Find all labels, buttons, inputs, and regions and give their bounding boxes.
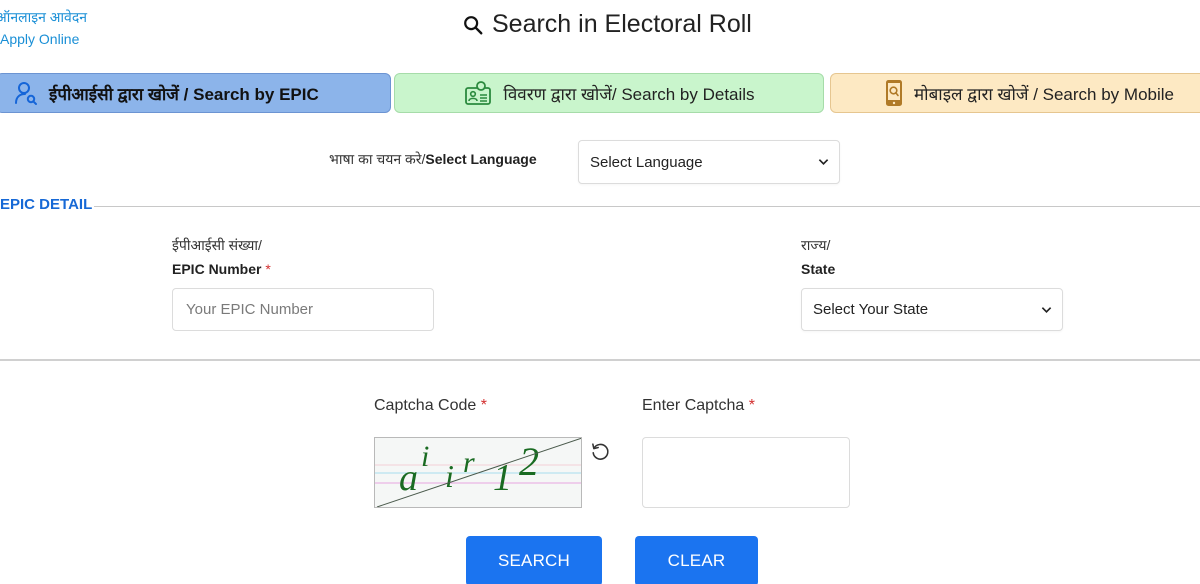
epic-number-label-english: EPIC Number: [172, 261, 262, 277]
user-search-icon: [15, 82, 37, 105]
apply-online-english[interactable]: Apply Online: [0, 28, 87, 50]
captcha-code-label-text: Captcha Code: [374, 397, 477, 414]
tab-search-by-details[interactable]: विवरण द्वारा खोजें/ Search by Details: [394, 73, 824, 113]
page: ऑनलाइन आवेदन Apply Online Search in Elec…: [0, 0, 1200, 584]
tab-epic-english: Search by EPIC: [193, 84, 319, 104]
clear-button[interactable]: CLEAR: [635, 536, 758, 584]
search-button[interactable]: SEARCH: [466, 536, 602, 584]
apply-online-link[interactable]: ऑनलाइन आवेदन Apply Online: [0, 6, 87, 50]
state-label-hindi: राज्य/: [801, 237, 831, 253]
chevron-down-icon: [1041, 306, 1052, 313]
tab-epic-hindi: ईपीआईसी द्वारा खोजें /: [49, 84, 194, 104]
language-select[interactable]: Select Language: [578, 140, 840, 184]
section-divider: [0, 206, 1200, 207]
mobile-search-icon: [886, 80, 903, 106]
required-mark: *: [480, 397, 487, 414]
epic-number-label: ईपीआईसी संख्या/ EPIC Number *: [172, 233, 271, 281]
epic-number-label-hindi: ईपीआईसी संख्या/: [172, 237, 262, 253]
enter-captcha-label: Enter Captcha *: [642, 397, 755, 415]
required-mark: *: [748, 397, 755, 414]
captcha-code-label: Captcha Code *: [374, 397, 487, 415]
id-card-search-icon: [465, 81, 492, 105]
required-mark: *: [265, 261, 271, 277]
page-title-text: Search in Electoral Roll: [492, 10, 752, 38]
tab-details-english: Search by Details: [621, 84, 755, 104]
search-tabs: ईपीआईसी द्वारा खोजें / Search by EPIC वि…: [0, 73, 1200, 113]
chevron-down-icon: [818, 159, 829, 166]
tab-search-by-mobile[interactable]: मोबाइल द्वारा खोजें / Search by Mobile: [830, 73, 1200, 113]
form-divider: [0, 359, 1200, 361]
page-title: Search in Electoral Roll: [462, 10, 752, 39]
tab-details-hindi: विवरण द्वारा खोजें/: [503, 84, 622, 104]
language-label-hindi: भाषा का चयन करे/: [329, 151, 426, 167]
epic-number-input[interactable]: [172, 288, 434, 331]
state-label-english: State: [801, 261, 836, 277]
apply-online-hindi[interactable]: ऑनलाइन आवेदन: [0, 6, 87, 28]
section-title-epic-detail: EPIC DETAIL: [0, 196, 95, 213]
captcha-input[interactable]: [642, 437, 850, 508]
tab-mobile-english: Search by Mobile: [1042, 84, 1174, 104]
refresh-captcha-icon[interactable]: [589, 440, 611, 462]
tab-mobile-hindi: मोबाइल द्वारा खोजें /: [914, 84, 1043, 104]
state-select-value: Select Your State: [813, 301, 929, 318]
state-label: राज्य/ State: [801, 233, 835, 281]
search-icon: [464, 15, 483, 34]
tab-search-by-epic[interactable]: ईपीआईसी द्वारा खोजें / Search by EPIC: [0, 73, 391, 113]
enter-captcha-label-text: Enter Captcha: [642, 397, 745, 414]
captcha-image: a i i r 1 2: [374, 437, 582, 508]
language-label: भाषा का चयन करे/Select Language: [329, 150, 537, 169]
captcha-strike-line: [376, 438, 581, 507]
state-select[interactable]: Select Your State: [801, 288, 1063, 331]
language-select-value: Select Language: [590, 153, 703, 171]
language-label-english: Select Language: [425, 151, 537, 167]
